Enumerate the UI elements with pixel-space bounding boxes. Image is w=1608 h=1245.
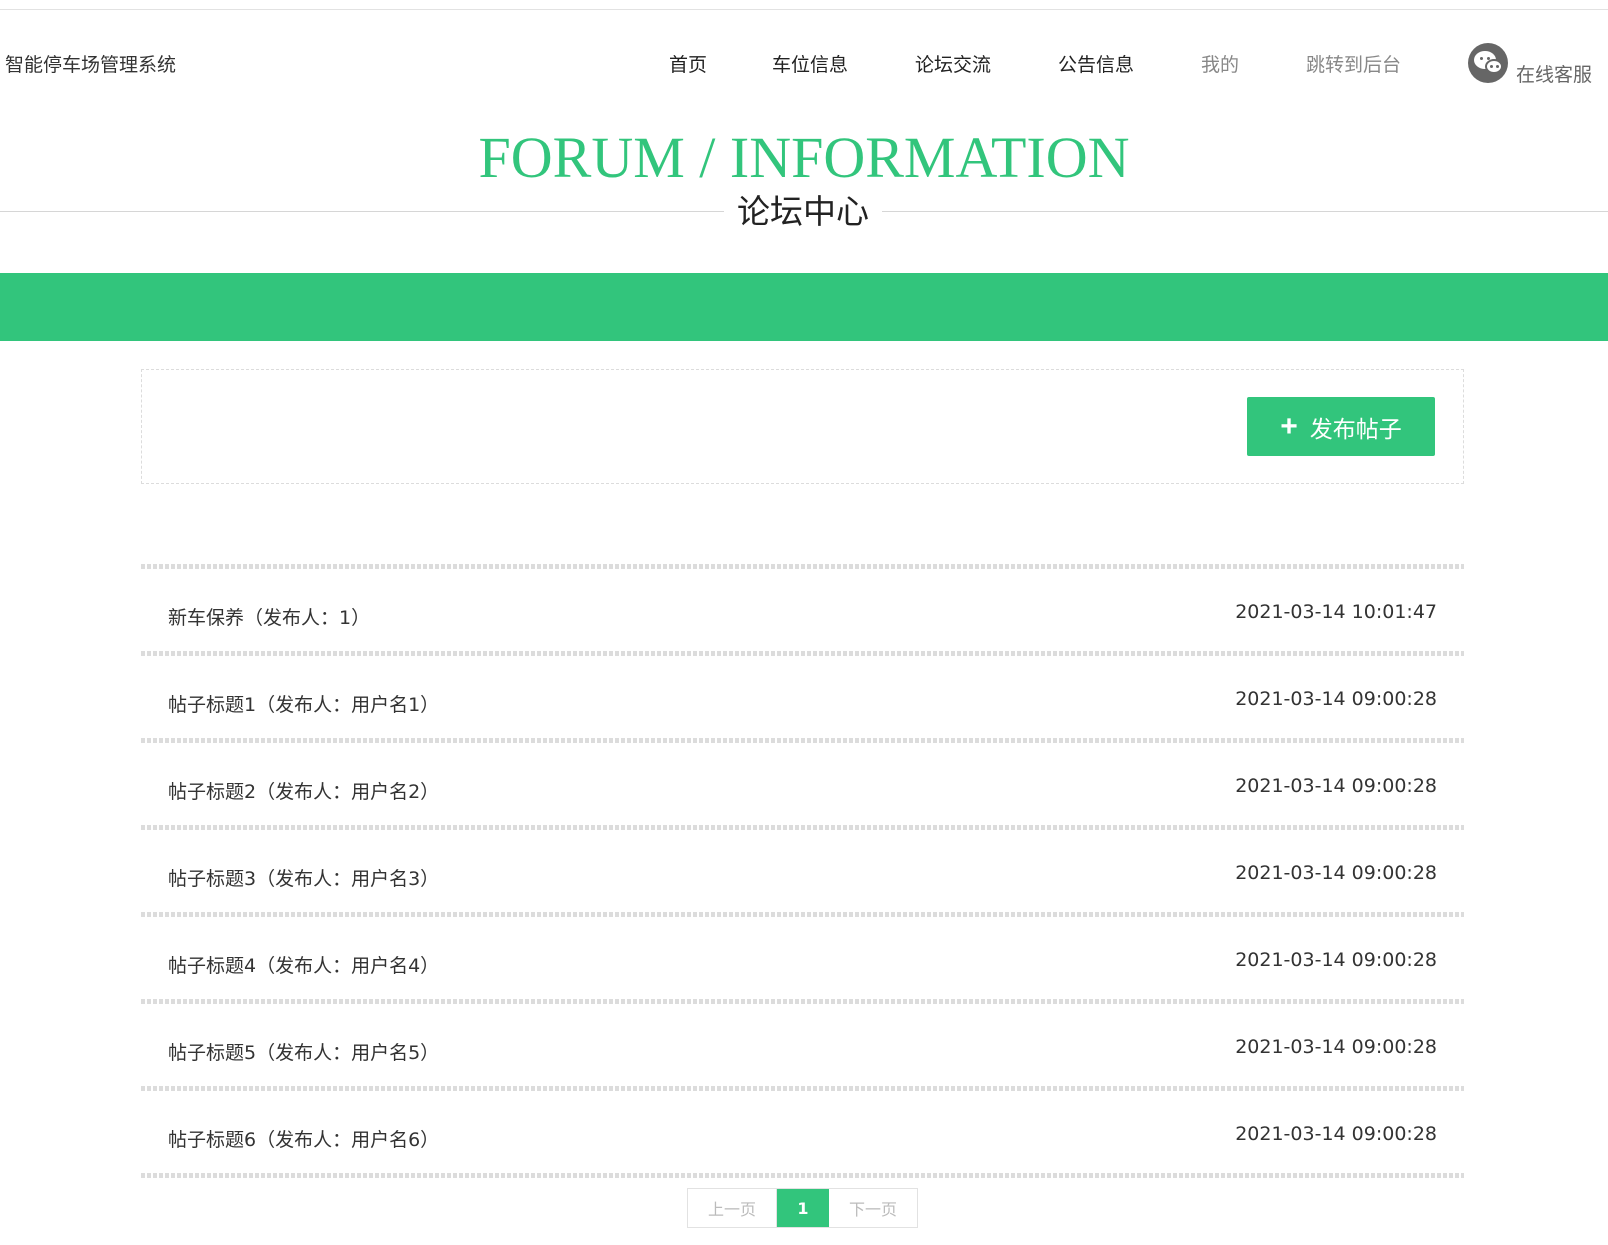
pagination: 上一页 1 下一页 (687, 1188, 918, 1228)
post-time: 2021-03-14 09:00:28 (1235, 688, 1437, 710)
post-time: 2021-03-14 10:01:47 (1235, 601, 1437, 623)
post-title[interactable]: 帖子标题1（发布人：用户名1） (168, 690, 439, 717)
list-divider (141, 1173, 1464, 1178)
post-time: 2021-03-14 09:00:28 (1235, 1123, 1437, 1145)
nav-item-parking-info[interactable]: 车位信息 (772, 50, 848, 77)
plus-icon: + (1280, 409, 1298, 443)
post-title[interactable]: 帖子标题4（发布人：用户名4） (168, 951, 439, 978)
post-time: 2021-03-14 09:00:28 (1235, 862, 1437, 884)
list-item[interactable]: 帖子标题3（发布人：用户名3） 2021-03-14 09:00:28 (141, 830, 1464, 912)
post-title[interactable]: 帖子标题5（发布人：用户名5） (168, 1038, 439, 1065)
nav-item-mine[interactable]: 我的 (1201, 50, 1239, 77)
wechat-icon (1468, 43, 1508, 83)
main-nav: 首页 车位信息 论坛交流 公告信息 我的 跳转到后台 (0, 50, 1608, 80)
nav-item-admin[interactable]: 跳转到后台 (1306, 50, 1401, 77)
next-page-button[interactable]: 下一页 (829, 1189, 917, 1227)
list-item[interactable]: 帖子标题2（发布人：用户名2） 2021-03-14 09:00:28 (141, 743, 1464, 825)
list-item[interactable]: 新车保养（发布人：1） 2021-03-14 10:01:47 (141, 569, 1464, 651)
prev-page-button[interactable]: 上一页 (688, 1189, 777, 1227)
online-service[interactable]: 在线客服 (1468, 43, 1608, 87)
publish-post-label: 发布帖子 (1309, 415, 1402, 442)
post-time: 2021-03-14 09:00:28 (1235, 949, 1437, 971)
post-time: 2021-03-14 09:00:28 (1235, 775, 1437, 797)
post-title[interactable]: 新车保养（发布人：1） (168, 603, 370, 630)
nav-item-home[interactable]: 首页 (669, 50, 707, 77)
top-border (0, 9, 1608, 10)
list-item[interactable]: 帖子标题1（发布人：用户名1） 2021-03-14 09:00:28 (141, 656, 1464, 738)
post-title[interactable]: 帖子标题2（发布人：用户名2） (168, 777, 439, 804)
nav-item-forum[interactable]: 论坛交流 (915, 50, 991, 77)
page-title-cn: 论坛中心 (737, 192, 869, 231)
green-banner (0, 273, 1608, 341)
current-page-button[interactable]: 1 (777, 1189, 829, 1227)
nav-item-notices[interactable]: 公告信息 (1058, 50, 1134, 77)
list-item[interactable]: 帖子标题4（发布人：用户名4） 2021-03-14 09:00:28 (141, 917, 1464, 999)
list-item[interactable]: 帖子标题6（发布人：用户名6） 2021-03-14 09:00:28 (141, 1091, 1464, 1173)
post-list: 新车保养（发布人：1） 2021-03-14 10:01:47 帖子标题1（发布… (141, 564, 1464, 1178)
title-divider-left (0, 211, 724, 212)
online-service-label: 在线客服 (1516, 64, 1593, 86)
page-title-en: FORUM / INFORMATION (478, 125, 1130, 190)
list-item[interactable]: 帖子标题5（发布人：用户名5） 2021-03-14 09:00:28 (141, 1004, 1464, 1086)
title-divider-right (882, 211, 1608, 212)
post-time: 2021-03-14 09:00:28 (1235, 1036, 1437, 1058)
post-title[interactable]: 帖子标题3（发布人：用户名3） (168, 864, 439, 891)
post-title[interactable]: 帖子标题6（发布人：用户名6） (168, 1125, 439, 1152)
publish-post-button[interactable]: + 发布帖子 (1247, 397, 1435, 456)
